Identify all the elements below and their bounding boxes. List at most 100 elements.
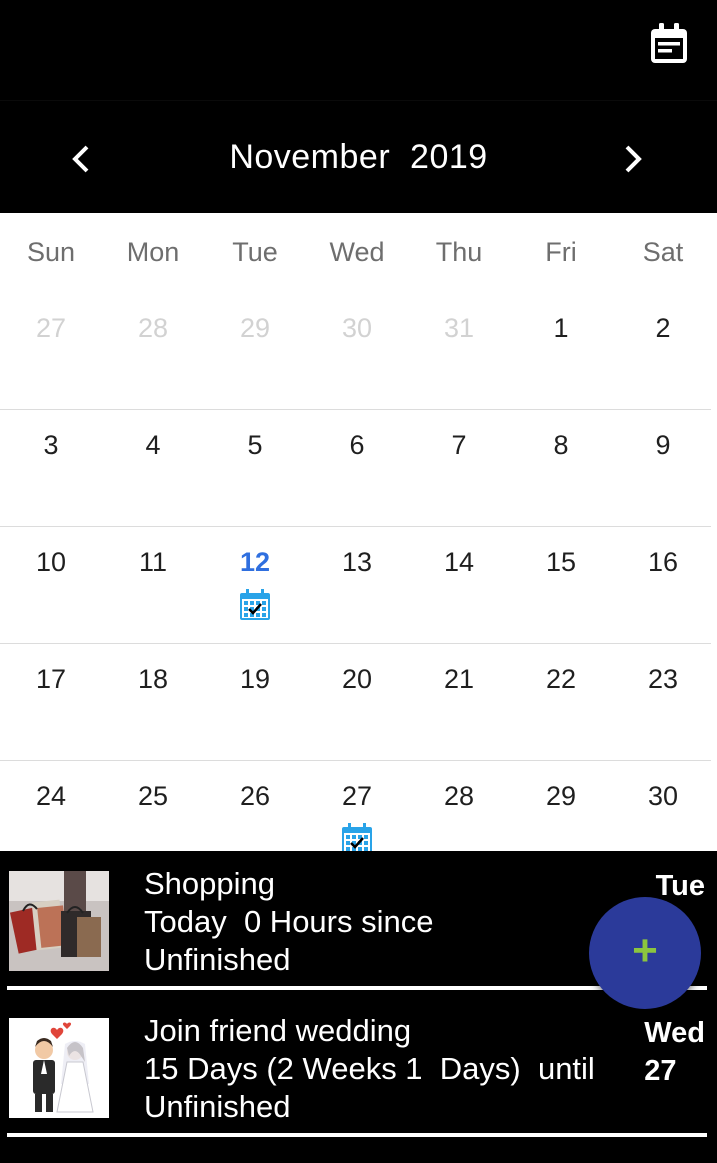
week-row: 10 11 12 13 14 15 16 bbox=[0, 527, 711, 644]
day-number: 8 bbox=[553, 430, 569, 460]
day-number: 17 bbox=[35, 664, 67, 694]
day-cell[interactable]: 28 bbox=[102, 293, 204, 409]
day-cell[interactable]: 22 bbox=[510, 644, 612, 760]
day-cell[interactable]: 15 bbox=[510, 527, 612, 643]
app-toolbar bbox=[0, 0, 717, 100]
day-cell[interactable]: 14 bbox=[408, 527, 510, 643]
day-cell[interactable]: 24 bbox=[0, 761, 102, 851]
day-number: 14 bbox=[443, 547, 475, 577]
add-icon: + bbox=[632, 926, 658, 975]
weekday-label: Fri bbox=[545, 237, 577, 267]
event-detail: Today 0 Hours since bbox=[144, 904, 434, 939]
day-cell[interactable]: 2 bbox=[612, 293, 714, 409]
day-cell[interactable]: 5 bbox=[204, 410, 306, 526]
day-cell[interactable]: 3 bbox=[0, 410, 102, 526]
week-row: 3 4 5 6 7 8 9 bbox=[0, 410, 711, 527]
day-cell-today[interactable]: 12 bbox=[204, 527, 306, 643]
day-number: 30 bbox=[647, 781, 679, 811]
event-status: Unfinished bbox=[144, 1089, 291, 1124]
day-cell[interactable]: 9 bbox=[612, 410, 714, 526]
day-cell[interactable]: 30 bbox=[612, 761, 714, 851]
day-number: 30 bbox=[341, 313, 373, 343]
day-cell[interactable]: 16 bbox=[612, 527, 714, 643]
month-title: November 2019 bbox=[229, 138, 488, 176]
weekday-label: Tue bbox=[232, 237, 278, 267]
day-cell[interactable]: 31 bbox=[408, 293, 510, 409]
event-day-number: 27 bbox=[644, 1055, 677, 1087]
calendar-view-icon[interactable] bbox=[648, 22, 690, 66]
day-cell[interactable]: 28 bbox=[408, 761, 510, 851]
day-number: 5 bbox=[247, 430, 263, 460]
add-event-button[interactable]: + bbox=[589, 897, 701, 1009]
calendar-check-icon bbox=[239, 589, 271, 621]
day-number: 29 bbox=[545, 781, 577, 811]
calendar-check-icon bbox=[341, 823, 373, 851]
event-status: Unfinished bbox=[144, 942, 291, 977]
day-cell[interactable]: 13 bbox=[306, 527, 408, 643]
event-detail: 15 Days (2 Weeks 1 Days) until bbox=[144, 1051, 595, 1086]
day-number: 18 bbox=[137, 664, 169, 694]
day-cell[interactable]: 10 bbox=[0, 527, 102, 643]
week-row: 17 18 19 20 21 22 23 bbox=[0, 644, 711, 761]
day-cell[interactable]: 27 bbox=[0, 293, 102, 409]
day-number: 15 bbox=[545, 547, 577, 577]
day-cell[interactable]: 25 bbox=[102, 761, 204, 851]
day-number: 26 bbox=[239, 781, 271, 811]
day-number: 25 bbox=[137, 781, 169, 811]
event-title: Join friend wedding bbox=[144, 1013, 412, 1048]
shopping-bags-image bbox=[9, 871, 109, 971]
day-number: 28 bbox=[137, 313, 169, 343]
day-cell[interactable]: 18 bbox=[102, 644, 204, 760]
day-cell[interactable]: 1 bbox=[510, 293, 612, 409]
day-cell[interactable]: 17 bbox=[0, 644, 102, 760]
day-cell[interactable]: 11 bbox=[102, 527, 204, 643]
week-row: 27 28 29 30 31 1 2 bbox=[0, 293, 711, 410]
day-cell[interactable]: 29 bbox=[204, 293, 306, 409]
day-number: 2 bbox=[655, 313, 671, 343]
day-cell[interactable]: 30 bbox=[306, 293, 408, 409]
day-number: 10 bbox=[35, 547, 67, 577]
day-cell[interactable]: 27 bbox=[306, 761, 408, 851]
day-number: 6 bbox=[349, 430, 365, 460]
month-calendar: Sun Mon Tue Wed Thu Fri Sat 27 28 29 30 31 1 2 3 4 5 6 7 8… bbox=[0, 213, 717, 851]
weekday-label: Thu bbox=[435, 237, 483, 267]
weekday-header: Sun Mon Tue Wed Thu Fri Sat bbox=[0, 213, 717, 293]
day-number: 23 bbox=[647, 664, 679, 694]
event-text: Shopping Today 0 Hours since Unfinished bbox=[144, 865, 433, 979]
event-date: Wed 27 bbox=[644, 1014, 705, 1090]
event-item-wedding[interactable]: Join friend wedding 15 Days (2 Weeks 1 D… bbox=[0, 998, 717, 1137]
day-number: 13 bbox=[341, 547, 373, 577]
day-cell[interactable]: 19 bbox=[204, 644, 306, 760]
day-number: 21 bbox=[443, 664, 475, 694]
day-number: 9 bbox=[655, 430, 671, 460]
wedding-couple-image bbox=[9, 1018, 109, 1118]
day-number: 12 bbox=[239, 547, 271, 577]
weekday-label: Sun bbox=[26, 237, 76, 267]
day-cell[interactable]: 21 bbox=[408, 644, 510, 760]
chevron-right-icon[interactable] bbox=[612, 139, 652, 179]
weekday-label: Wed bbox=[329, 237, 385, 267]
day-cell[interactable]: 4 bbox=[102, 410, 204, 526]
day-cell[interactable]: 7 bbox=[408, 410, 510, 526]
day-cell[interactable]: 23 bbox=[612, 644, 714, 760]
week-row: 24 25 26 27 28 29 30 bbox=[0, 761, 711, 851]
day-number: 31 bbox=[443, 313, 475, 343]
day-cell[interactable]: 26 bbox=[204, 761, 306, 851]
day-number: 3 bbox=[43, 430, 59, 460]
event-divider bbox=[7, 1133, 707, 1137]
day-cell[interactable]: 29 bbox=[510, 761, 612, 851]
day-number: 19 bbox=[239, 664, 271, 694]
day-number: 28 bbox=[443, 781, 475, 811]
day-number: 20 bbox=[341, 664, 373, 694]
day-cell[interactable]: 6 bbox=[306, 410, 408, 526]
day-cell[interactable]: 8 bbox=[510, 410, 612, 526]
day-number: 22 bbox=[545, 664, 577, 694]
day-number: 24 bbox=[35, 781, 67, 811]
day-number: 27 bbox=[341, 781, 373, 811]
event-title: Shopping bbox=[144, 866, 276, 901]
day-cell[interactable]: 20 bbox=[306, 644, 408, 760]
weekday-label: Mon bbox=[126, 237, 180, 267]
month-header: November 2019 bbox=[0, 100, 717, 213]
day-number: 1 bbox=[553, 313, 569, 343]
day-number: 27 bbox=[35, 313, 67, 343]
